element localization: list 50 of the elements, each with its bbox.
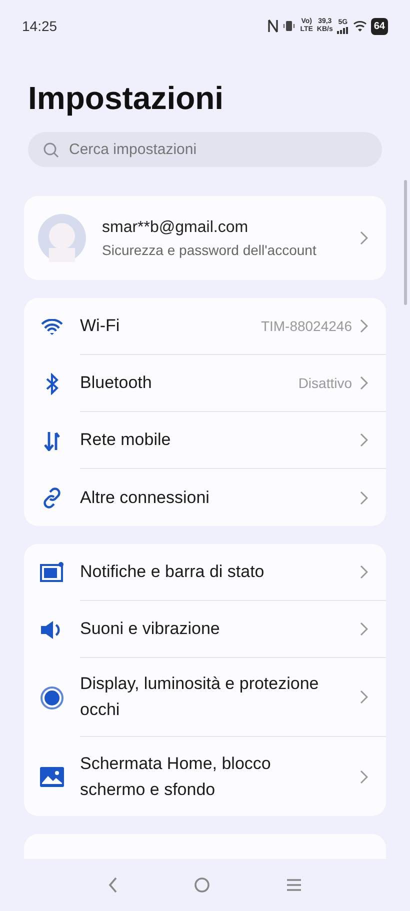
- brightness-circle-icon: [40, 686, 64, 710]
- avatar-icon: [38, 214, 86, 262]
- chevron-icon: [360, 376, 368, 390]
- account-email: smar**b@gmail.com: [102, 218, 250, 238]
- item-value: TIM-88024246: [260, 316, 352, 336]
- vibrate-icon: [282, 20, 296, 32]
- chevron-icon: [360, 433, 368, 447]
- menu-icon[interactable]: [286, 878, 302, 892]
- chevron-icon: [360, 565, 368, 579]
- chevron-icon: [360, 231, 368, 245]
- chevron-icon: [360, 690, 368, 704]
- back-icon[interactable]: [108, 877, 118, 893]
- notification-panel-icon: [40, 562, 64, 583]
- item-label: Suoni e vibrazione: [80, 618, 221, 640]
- item-label: Display, luminosità e protezione occhi: [80, 673, 320, 721]
- chevron-icon: [360, 319, 368, 333]
- chevron-icon: [360, 622, 368, 636]
- settings-item[interactable]: Schermata Home, blocco schermo e sfondo: [24, 737, 386, 816]
- item-label: Bluetooth: [80, 372, 153, 394]
- settings-item[interactable]: Altre connessioni: [24, 469, 386, 526]
- bluetooth-icon: [45, 372, 59, 394]
- image-icon: [40, 766, 64, 786]
- home-icon[interactable]: [194, 877, 210, 893]
- item-label: Wi-Fi: [80, 315, 121, 337]
- wifi-icon: [352, 20, 367, 32]
- item-label: Altre connessioni: [80, 486, 210, 508]
- signal-icon: [336, 26, 349, 34]
- settings-item[interactable]: Notifiche e barra di stato: [24, 544, 386, 601]
- item-value: Disattivo: [298, 374, 352, 392]
- search-field[interactable]: Cerca impostazioni: [28, 132, 382, 167]
- item-label: Notifiche e barra di stato: [80, 561, 266, 583]
- settings-item[interactable]: Rete mobile: [24, 412, 386, 469]
- settings-item[interactable]: Wi-Fi TIM-88024246: [24, 298, 386, 355]
- account-card[interactable]: smar**b@gmail.com Sicurezza e password dell'account: [24, 196, 386, 280]
- transfer-arrows-icon: [44, 430, 60, 450]
- wifi-icon: [41, 318, 63, 334]
- item-label: Rete mobile: [80, 429, 172, 451]
- item-label: Schermata Home, blocco schermo e sfondo: [80, 752, 272, 800]
- settings-item[interactable]: Display, luminosità e protezione occhi: [24, 658, 386, 737]
- page-title: Impostazioni: [28, 79, 225, 118]
- link-icon: [41, 486, 63, 508]
- settings-item[interactable]: Suoni e vibrazione: [24, 601, 386, 658]
- clock: 14:25: [22, 16, 58, 36]
- account-subtitle: Sicurezza e password dell'account: [102, 240, 318, 260]
- settings-item[interactable]: Bluetooth Disattivo: [24, 355, 386, 412]
- chevron-icon: [360, 490, 368, 504]
- search-icon: [43, 142, 59, 158]
- battery-level: 64: [370, 18, 388, 34]
- chevron-icon: [360, 770, 368, 784]
- nfc-icon: [268, 19, 278, 33]
